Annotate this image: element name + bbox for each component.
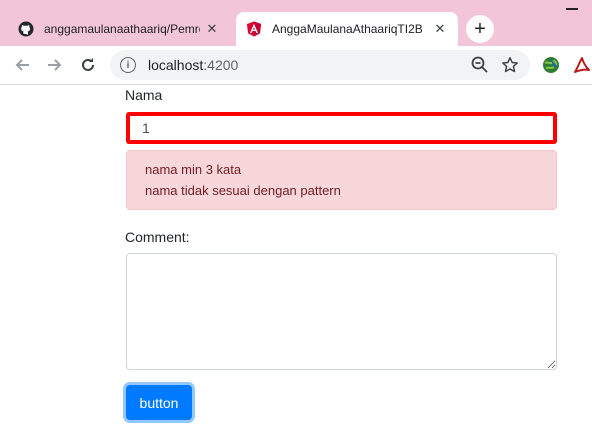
close-icon[interactable]: ✕ bbox=[204, 21, 220, 37]
url-port: :4200 bbox=[203, 57, 239, 73]
url-host: localhost bbox=[148, 57, 204, 73]
reload-button[interactable] bbox=[76, 53, 100, 77]
comment-label: Comment: bbox=[125, 229, 190, 245]
extension-globe-icon[interactable] bbox=[541, 55, 561, 75]
submit-button[interactable]: button bbox=[126, 385, 192, 420]
address-bar[interactable]: i localhost:4200 bbox=[110, 50, 530, 80]
browser-toolbar: i localhost:4200 bbox=[0, 46, 592, 85]
comment-textarea[interactable] bbox=[126, 253, 557, 370]
tab-angular-app[interactable]: AnggaMaulanaAthaariqTI2B ✕ bbox=[236, 12, 458, 46]
new-tab-button[interactable]: + bbox=[466, 15, 494, 43]
error-message: nama tidak sesuai dengan pattern bbox=[145, 183, 341, 198]
nama-label: Nama bbox=[125, 87, 163, 103]
extension-pdf-icon[interactable] bbox=[572, 55, 592, 75]
forward-button[interactable] bbox=[43, 53, 67, 77]
back-button[interactable] bbox=[10, 53, 34, 77]
bookmark-star-icon[interactable] bbox=[500, 55, 520, 75]
tab-github[interactable]: anggamaulanaathaariq/Pemrograman ✕ bbox=[8, 12, 230, 46]
error-message: nama min 3 kata bbox=[145, 162, 242, 177]
reload-icon bbox=[82, 58, 94, 71]
github-icon bbox=[18, 21, 34, 37]
url-text: localhost:4200 bbox=[148, 57, 470, 73]
info-icon[interactable]: i bbox=[120, 57, 136, 73]
error-alert: nama min 3 kata nama tidak sesuai dengan… bbox=[126, 150, 557, 210]
minimize-icon[interactable] bbox=[566, 4, 580, 14]
zoom-icon[interactable] bbox=[470, 55, 490, 75]
tab-title: anggamaulanaathaariq/Pemrograman bbox=[44, 22, 200, 36]
arrow-left-icon bbox=[15, 59, 29, 71]
arrow-right-icon bbox=[48, 59, 62, 71]
close-icon[interactable]: ✕ bbox=[432, 21, 448, 37]
tab-strip: anggamaulanaathaariq/Pemrograman ✕ Angga… bbox=[0, 0, 592, 46]
nama-input[interactable] bbox=[126, 112, 557, 144]
tab-title: AnggaMaulanaAthaariqTI2B bbox=[272, 22, 423, 36]
angular-icon bbox=[246, 21, 262, 37]
